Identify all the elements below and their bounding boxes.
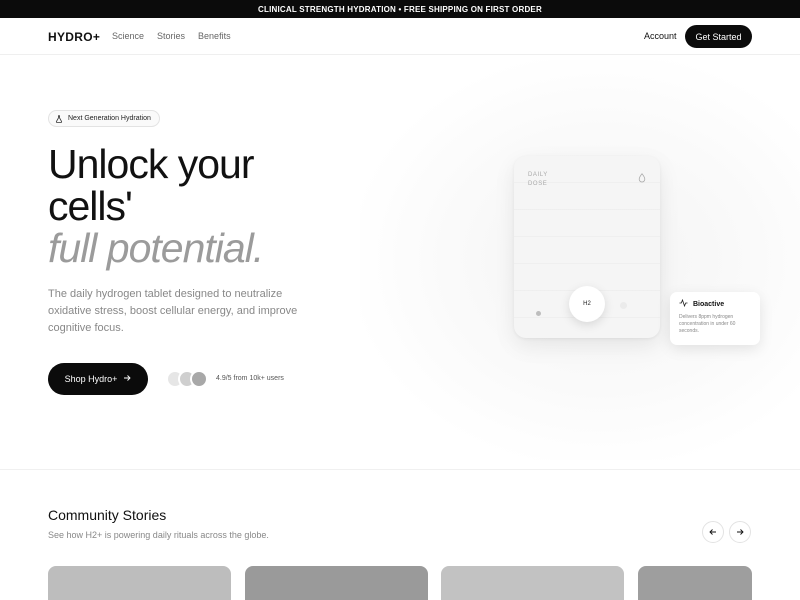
rating-text: 4.9/5 from 10k+ users	[216, 375, 284, 382]
bioactive-card: Bioactive Delivers 8ppm hydrogen concent…	[670, 292, 760, 345]
daily-dose-text: DAILY DOSE	[528, 172, 548, 187]
community-title: Community Stories	[48, 507, 167, 523]
story-card[interactable]	[245, 566, 428, 600]
get-started-button[interactable]: Get Started	[685, 25, 752, 48]
logo[interactable]: HYDRO+	[48, 30, 100, 44]
story-card[interactable]	[48, 566, 231, 600]
activity-icon	[679, 298, 688, 309]
daily-dose-label: DAILY DOSE	[528, 171, 548, 189]
hero-headline: Unlock your cells' full potential.	[48, 141, 264, 271]
top-nav: HYDRO+ Science Stories Benefits Account …	[0, 18, 800, 55]
nav-link-science[interactable]: Science	[112, 31, 144, 41]
user-avatars	[166, 370, 210, 388]
next-button[interactable]	[729, 521, 751, 543]
arrow-right-icon	[736, 523, 744, 541]
water-drop-icon	[638, 170, 646, 183]
headline-line-3: full potential.	[48, 225, 264, 271]
hero-badge-label: Next Generation Hydration	[68, 115, 151, 122]
hero-subtitle: The daily hydrogen tablet designed to ne…	[48, 288, 298, 334]
account-link[interactable]: Account	[644, 31, 677, 41]
bioactive-description: Delivers 8ppm hydrogen concentration in …	[679, 314, 736, 334]
headline-line-2: cells'	[48, 183, 133, 229]
nav-link-stories[interactable]: Stories	[157, 31, 185, 41]
nav-link-benefits[interactable]: Benefits	[198, 31, 231, 41]
arrow-left-icon	[709, 523, 717, 541]
nav-links: Science Stories Benefits	[112, 31, 231, 41]
indicator-dot	[536, 311, 541, 316]
product-card: DAILY DOSE H2	[514, 156, 660, 338]
flask-icon	[55, 114, 63, 123]
section-divider	[0, 469, 800, 470]
indicator-dot	[620, 302, 627, 309]
h2-tablet[interactable]: H2	[569, 286, 605, 322]
h2-label: H2	[583, 301, 591, 307]
bioactive-title: Bioactive	[693, 300, 725, 308]
headline-line-1: Unlock your	[48, 141, 254, 187]
shop-button-label: Shop Hydro+	[64, 374, 118, 384]
story-card[interactable]	[441, 566, 624, 600]
hero-badge: Next Generation Hydration	[48, 110, 160, 127]
announcement-bar: CLINICAL STRENGTH HYDRATION • FREE SHIPP…	[0, 0, 800, 18]
prev-button[interactable]	[702, 521, 724, 543]
community-subtitle: See how H2+ is powering daily rituals ac…	[48, 530, 269, 540]
shop-button[interactable]: Shop Hydro+	[48, 363, 148, 395]
story-card[interactable]	[638, 566, 752, 600]
arrow-right-icon	[123, 374, 132, 384]
avatar	[190, 370, 208, 388]
